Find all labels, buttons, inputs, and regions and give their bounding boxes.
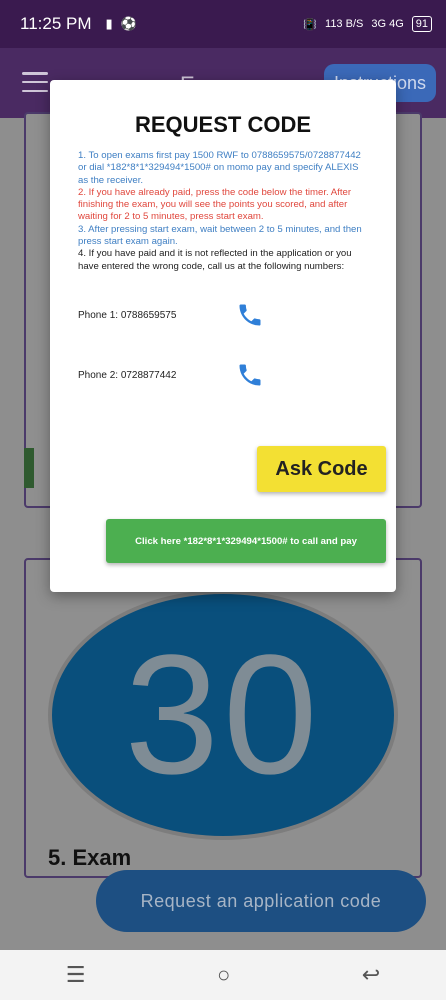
speed-sign: 30	[48, 590, 398, 840]
phone-icon[interactable]	[236, 361, 264, 389]
road-sign-image: 30	[48, 590, 398, 840]
battery-icon: 91	[411, 16, 432, 32]
status-time: 11:25 PM	[20, 14, 92, 33]
back-icon[interactable]: ↩	[362, 962, 380, 988]
phone-1-label: Phone 1: 0788659575	[78, 309, 177, 321]
system-nav-bar: ☰ ○ ↩	[0, 950, 446, 1000]
soccer-icon: ⚽	[120, 16, 137, 31]
sign-number: 30	[124, 620, 322, 810]
status-bar: 11:25 PM ▮ ⚽ 📳 113 B/S 3G 4G 91	[0, 0, 446, 48]
dialog-title: REQUEST CODE	[134, 112, 312, 137]
call-and-pay-button[interactable]: Click here *182*8*1*329494*1500# to call…	[106, 519, 386, 563]
status-left-icons: ▮ ⚽	[106, 16, 137, 32]
vibrate-icon: 📳	[303, 18, 318, 31]
request-code-dialog: REQUEST CODE 1. To open exams first pay …	[50, 80, 396, 592]
dialog-instructions: 1. To open exams first pay 1500 RWF to 0…	[78, 150, 368, 273]
instruction-step-2: 2. If you have already paid, press the c…	[78, 186, 352, 223]
menu-icon[interactable]	[22, 72, 48, 92]
home-icon[interactable]: ○	[217, 962, 230, 988]
sim-icon: ▮	[105, 16, 113, 31]
ask-code-button[interactable]: Ask Code	[257, 446, 386, 492]
instruction-step-4: 4. If you have paid and it is not reflec…	[78, 248, 352, 272]
phone-icon[interactable]	[236, 301, 264, 329]
phone-2-label: Phone 2: 0728877442	[78, 369, 177, 381]
instruction-step-3: 3. After pressing start exam, wait betwe…	[78, 223, 362, 248]
instruction-step-1: 1. To open exams first pay 1500 RWF to 0…	[78, 150, 361, 186]
request-code-button[interactable]: Request an application code	[96, 870, 426, 932]
card-strip	[24, 448, 34, 488]
phone-row-2: Phone 2: 0728877442	[78, 361, 378, 389]
status-right: 📳 113 B/S 3G 4G 91	[303, 16, 432, 32]
network-speed: 113 B/S	[325, 18, 364, 30]
recent-apps-icon[interactable]: ☰	[66, 962, 86, 988]
network-type: 3G 4G	[371, 18, 404, 30]
exam-label: 5. Exam	[48, 845, 132, 870]
phone-row-1: Phone 1: 0788659575	[78, 301, 378, 329]
